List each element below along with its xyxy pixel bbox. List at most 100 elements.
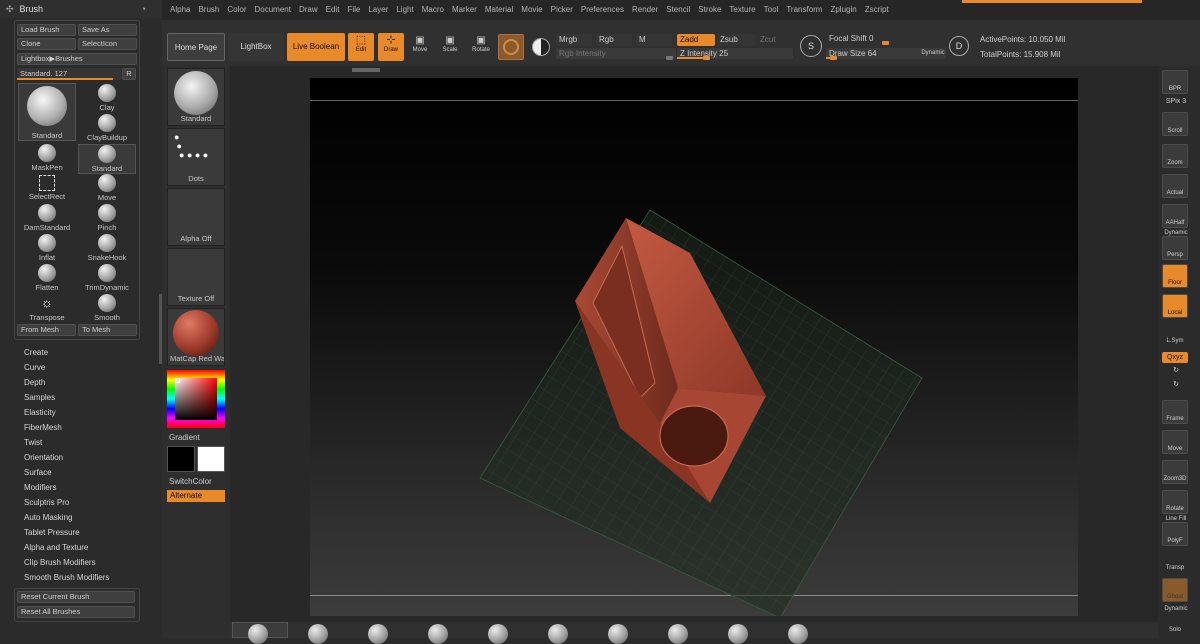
pin-icon[interactable]: ◔ (141, 4, 146, 14)
menu-macro[interactable]: Macro (418, 0, 448, 20)
menu-edit[interactable]: Edit (322, 0, 344, 20)
floor-button[interactable]: Floor (1162, 264, 1188, 288)
scale-mode-button[interactable]: ▣ Scale (438, 35, 462, 59)
menu-zplugin[interactable]: Zplugin (826, 0, 860, 20)
aahalf-button[interactable]: AAHalf (1162, 204, 1188, 228)
subpalette-orientation[interactable]: Orientation (24, 453, 63, 462)
bottom-brush-claybuildup-icon[interactable] (368, 624, 388, 644)
spix-slider[interactable]: SPix 3 (1160, 98, 1192, 105)
zadd-button[interactable]: Zadd (677, 34, 715, 46)
bottom-brush-smooth-icon[interactable] (788, 624, 808, 644)
brush-inflat[interactable]: Inflat (18, 234, 76, 264)
subpalette-depth[interactable]: Depth (24, 378, 45, 387)
z-intensity-knob[interactable] (703, 56, 710, 60)
subpalette-clip-brush-modifiers[interactable]: Clip Brush Modifiers (24, 558, 96, 567)
gradient-label[interactable]: Gradient (169, 433, 200, 442)
focal-shift-knob[interactable] (882, 41, 889, 45)
bottom-brush-pinch-icon[interactable] (608, 624, 628, 644)
rotate-axis-icon[interactable]: ↻ (1160, 366, 1192, 374)
bpr-button[interactable]: BPR (1162, 70, 1188, 94)
rotate-view-button[interactable]: Rotate (1162, 490, 1188, 514)
bottom-brush-clay-icon[interactable] (308, 624, 328, 644)
menu-zscript[interactable]: Zscript (861, 0, 893, 20)
bottom-brush-trimdynamic-icon[interactable] (728, 624, 748, 644)
lsym-button[interactable]: L.Sym (1162, 324, 1188, 346)
zoom-button[interactable]: Zoom (1162, 144, 1188, 168)
menu-brush[interactable]: Brush (194, 0, 223, 20)
draw-size-knob[interactable] (830, 56, 837, 60)
actual-button[interactable]: Actual (1162, 174, 1188, 198)
saturation-value-square[interactable] (175, 378, 217, 420)
rotate-axis-icon-2[interactable]: ↻ (1160, 380, 1192, 388)
primary-color-swatch[interactable] (167, 446, 195, 472)
rotate-mode-button[interactable]: ▣ Rotate (468, 35, 494, 59)
bottom-brush-standard-icon[interactable] (248, 624, 268, 644)
rgb-intensity-knob[interactable] (666, 56, 673, 60)
draw-mode-button[interactable]: ⊹ Draw (378, 33, 404, 61)
menu-layer[interactable]: Layer (364, 0, 392, 20)
transp-button[interactable]: Transp (1162, 550, 1188, 574)
edit-mode-button[interactable]: ⬚ Edit (348, 33, 374, 61)
move-view-button[interactable]: Move (1162, 430, 1188, 454)
subpalette-surface[interactable]: Surface (24, 468, 52, 477)
solo-button[interactable]: Solo (1162, 612, 1188, 636)
polyf-button[interactable]: PolyF (1162, 522, 1188, 546)
current-brush-thumbnail[interactable]: Standard (18, 83, 76, 141)
menu-marker[interactable]: Marker (448, 0, 481, 20)
subpalette-fibermesh[interactable]: FiberMesh (24, 423, 62, 432)
brush-smooth[interactable]: Smooth (78, 294, 136, 324)
zsub-button[interactable]: Zsub (717, 34, 755, 46)
menu-document[interactable]: Document (251, 0, 295, 20)
home-page-button[interactable]: Home Page (167, 33, 225, 61)
lightbox-button[interactable]: LightBox (228, 33, 284, 61)
live-boolean-button[interactable]: Live Boolean (287, 33, 345, 61)
menu-material[interactable]: Material (481, 0, 517, 20)
subpalette-modifiers[interactable]: Modifiers (24, 483, 56, 492)
menu-movie[interactable]: Movie (517, 0, 546, 20)
menu-tool[interactable]: Tool (760, 0, 783, 20)
menu-render[interactable]: Render (628, 0, 662, 20)
bottom-brush-move-icon[interactable] (548, 624, 568, 644)
brush-snakehook[interactable]: SnakeHook (78, 234, 136, 264)
bottom-brush-snakehook-icon[interactable] (668, 624, 688, 644)
ghost-button[interactable]: Ghost (1162, 578, 1188, 602)
subpalette-create[interactable]: Create (24, 348, 48, 357)
to-mesh-button[interactable]: To Mesh (78, 324, 137, 336)
dynamic-button[interactable]: Dynamic (918, 48, 948, 59)
bottom-brush-damstandard-icon[interactable] (428, 624, 448, 644)
subpalette-elasticity[interactable]: Elasticity (24, 408, 56, 417)
menu-picker[interactable]: Picker (547, 0, 577, 20)
mrgb-button[interactable]: Mrgb (556, 34, 592, 46)
secondary-color-swatch[interactable] (197, 446, 225, 472)
3d-viewport[interactable] (310, 78, 1078, 616)
clone-button[interactable]: Clone (17, 38, 76, 50)
brush-clay[interactable]: Clay (78, 84, 136, 114)
menu-transform[interactable]: Transform (782, 0, 826, 20)
canvas-scrollbar-top[interactable] (352, 68, 380, 72)
menu-light[interactable]: Light (392, 0, 417, 20)
brush-claybuildup[interactable]: ClayBuildup (78, 114, 136, 144)
lightbox-brushes-button[interactable]: Lightbox▶Brushes (17, 53, 137, 65)
brush-maskpen[interactable]: MaskPen (18, 144, 76, 174)
shelf-brush-thumbnail[interactable]: Standard (167, 68, 225, 126)
select-icon-button[interactable]: SelectIcon (78, 38, 137, 50)
alternate-button[interactable]: Alternate (167, 490, 225, 502)
subpalette-auto-masking[interactable]: Auto Masking (24, 513, 72, 522)
brush-move[interactable]: Move (78, 174, 136, 204)
shelf-scroll-handle[interactable] (159, 294, 162, 364)
reset-all-brushes-button[interactable]: Reset All Brushes (17, 606, 135, 618)
shelf-texture-thumbnail[interactable]: Texture Off (167, 248, 225, 306)
subpalette-twist[interactable]: Twist (24, 438, 42, 447)
menu-alpha[interactable]: Alpha (166, 0, 194, 20)
subpalette-sculptris-pro[interactable]: Sculptris Pro (24, 498, 69, 507)
zoom3d-button[interactable]: Zoom3D (1162, 460, 1188, 484)
brush-pinch[interactable]: Pinch (78, 204, 136, 234)
xyz-button[interactable]: Qxyz (1162, 352, 1188, 363)
drag-handle-icon[interactable]: ✣ (6, 4, 14, 15)
r-button[interactable]: R (122, 68, 136, 80)
menu-file[interactable]: File (343, 0, 364, 20)
rgb-intensity-slider[interactable]: Rgb Intensity (556, 48, 676, 60)
z-intensity-slider[interactable]: Z Intensity 25 (677, 48, 793, 60)
rgb-button[interactable]: Rgb (596, 34, 632, 46)
texture-toggle-button[interactable] (530, 36, 552, 58)
